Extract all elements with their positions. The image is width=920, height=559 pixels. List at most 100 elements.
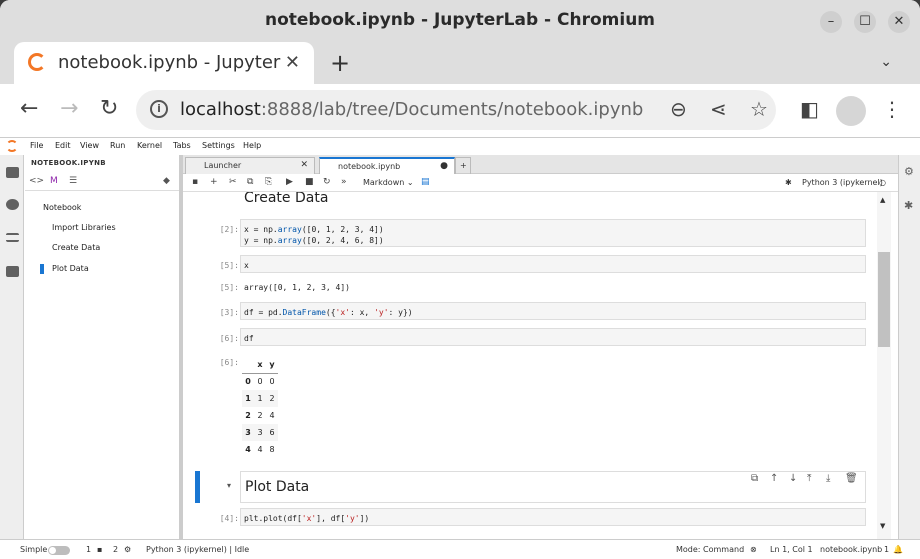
file-name: notebook.ipynb (820, 545, 883, 554)
duplicate-icon[interactable]: ⧉ (751, 473, 758, 484)
left-sidebar (0, 155, 24, 539)
delete-icon[interactable]: 🗑 (845, 473, 858, 484)
toc-item-import-libraries[interactable]: Import Libraries (52, 223, 116, 232)
close-launcher-icon[interactable]: ✕ (300, 158, 308, 173)
run-all-icon[interactable]: » (341, 177, 347, 187)
cursor-position[interactable]: Ln 1, Col 1 (770, 545, 813, 554)
cell-type-select[interactable]: Markdown ⌄ (363, 178, 414, 187)
unsaved-dot-icon[interactable]: ● (440, 159, 448, 174)
menu-help[interactable]: Help (243, 141, 261, 150)
running-icon[interactable] (6, 199, 19, 210)
reload-icon[interactable]: ↻ (100, 97, 118, 121)
maximize-button[interactable]: ☐ (854, 11, 876, 33)
zoom-icon[interactable]: ⊖ (670, 97, 687, 121)
cut-icon[interactable]: ✂ (229, 177, 237, 187)
title-bar: notebook.ipynb - JupyterLab - Chromium –… (0, 0, 920, 42)
browser-tab[interactable]: notebook.ipynb - Jupyter ✕ (14, 42, 314, 84)
menu-view[interactable]: View (80, 141, 99, 150)
save-icon[interactable]: ▪ (192, 177, 198, 187)
toc-toolbar: <> M ☰ ◆ (25, 173, 179, 191)
simple-mode-label: Simple (20, 545, 48, 554)
code-cell-x[interactable]: x (240, 255, 866, 273)
dataframe-output: xy 000 112 224 336 448 (242, 356, 278, 458)
kernel-status[interactable]: Python 3 (ipykernel) | Idle (146, 545, 249, 554)
menu-tabs[interactable]: Tabs (173, 141, 191, 150)
forward-icon[interactable]: → (60, 97, 78, 121)
vertical-scrollbar[interactable]: ▲ ▼ (877, 192, 891, 539)
kernels-count[interactable]: 2 (113, 545, 118, 554)
prompt-5: [5]: (219, 261, 239, 270)
menu-kebab-icon[interactable]: ⋮ (882, 97, 902, 121)
markdown-icon[interactable]: M (50, 176, 58, 186)
terminals-count[interactable]: 1 (86, 545, 91, 554)
move-up-icon[interactable]: ↑ (770, 473, 778, 484)
tab-notebook[interactable]: notebook.ipynb ● (319, 157, 455, 174)
bookmark-star-icon[interactable]: ☆ (750, 97, 768, 121)
table-row: 000 (245, 377, 275, 387)
code-cell-dataframe[interactable]: df = pd.DataFrame({'x': x, 'y': y}) (240, 302, 866, 320)
code-cell-create-data[interactable]: x = np.array([0, 1, 2, 3, 4]) y = np.arr… (240, 219, 866, 247)
prompt-5-output: [5]: (219, 283, 239, 292)
code-cell-plot[interactable]: plt.plot(df['x'], df['y']) (240, 508, 866, 526)
stop-icon[interactable]: ■ (305, 177, 314, 187)
site-info-icon[interactable]: i (150, 100, 168, 118)
menu-settings[interactable]: Settings (202, 141, 235, 150)
insert-above-icon[interactable]: ⤒ (807, 473, 811, 484)
scroll-down-icon[interactable]: ▼ (880, 522, 885, 530)
paste-icon[interactable]: ⎘ (265, 177, 272, 187)
tag-icon[interactable]: ◆ (163, 176, 170, 186)
simple-mode-toggle[interactable] (48, 546, 70, 555)
heading-plot-data[interactable]: Plot Data (245, 479, 309, 495)
notebook-area: Launcher ✕ notebook.ipynb ● + ▪ + ✂ ⧉ ⎘ ▶ … (183, 155, 898, 539)
close-tab-icon[interactable]: ✕ (285, 52, 300, 73)
table-row: 112 (242, 390, 278, 407)
kernel-name[interactable]: Python 3 (ipykernel) (802, 178, 883, 187)
run-icon[interactable]: ▶ (286, 177, 293, 187)
toc-item-notebook[interactable]: Notebook (43, 203, 81, 212)
browser-tab-title: notebook.ipynb - Jupyter (58, 52, 281, 73)
toc-icon[interactable] (6, 233, 19, 242)
debugger-icon[interactable]: ✱ (904, 199, 913, 212)
menu-run[interactable]: Run (110, 141, 125, 150)
prompt-6: [6]: (219, 334, 239, 343)
share-icon[interactable]: ⋖ (710, 97, 727, 121)
jupyter-favicon-icon (28, 53, 46, 71)
notification-count[interactable]: 1 (884, 545, 889, 554)
bell-icon[interactable]: 🔔 (893, 545, 903, 554)
code-cell-df[interactable]: df (240, 328, 866, 346)
side-panel-icon[interactable]: ◧ (800, 97, 819, 121)
format-icon[interactable]: ▤ (421, 177, 430, 187)
insert-cell-icon[interactable]: + (210, 177, 218, 187)
add-tab-button[interactable]: + (455, 157, 471, 174)
collapse-caret-icon[interactable]: ▾ (227, 481, 231, 490)
df-col-x: x (254, 356, 266, 374)
menu-edit[interactable]: Edit (55, 141, 71, 150)
profile-avatar[interactable] (836, 96, 866, 126)
property-inspector-icon[interactable]: ⚙ (904, 165, 914, 178)
scroll-up-icon[interactable]: ▲ (880, 196, 885, 204)
heading-create-data[interactable]: Create Data (244, 192, 328, 206)
toc-item-plot-data[interactable]: Plot Data (52, 264, 89, 273)
restart-icon[interactable]: ↻ (323, 177, 331, 187)
tab-launcher[interactable]: Launcher ✕ (185, 157, 315, 174)
folder-icon[interactable] (6, 167, 19, 178)
insert-below-icon[interactable]: ⤓ (826, 473, 830, 484)
back-icon[interactable]: ← (20, 97, 38, 121)
move-down-icon[interactable]: ↓ (789, 473, 797, 484)
tab-search-chevron-icon[interactable]: ⌄ (880, 54, 892, 70)
debug-icon[interactable]: ✱ (785, 178, 792, 187)
code-icon[interactable]: <> (29, 176, 44, 186)
toc-item-create-data[interactable]: Create Data (52, 243, 100, 252)
menu-kernel[interactable]: Kernel (137, 141, 162, 150)
kernel-status-icon: ○ (879, 178, 886, 187)
url-text[interactable]: localhost:8888/lab/tree/Documents/notebo… (180, 99, 643, 120)
list-icon[interactable]: ☰ (69, 176, 77, 186)
scrollbar-thumb[interactable] (878, 252, 890, 347)
copy-icon[interactable]: ⧉ (247, 177, 253, 187)
close-window-button[interactable]: ✕ (888, 11, 910, 33)
debug-off-icon[interactable]: ⊗ (750, 545, 757, 554)
menu-file[interactable]: File (30, 141, 43, 150)
new-tab-button[interactable]: + (330, 49, 350, 77)
minimize-button[interactable]: – (820, 11, 842, 33)
extension-icon[interactable] (6, 266, 19, 277)
